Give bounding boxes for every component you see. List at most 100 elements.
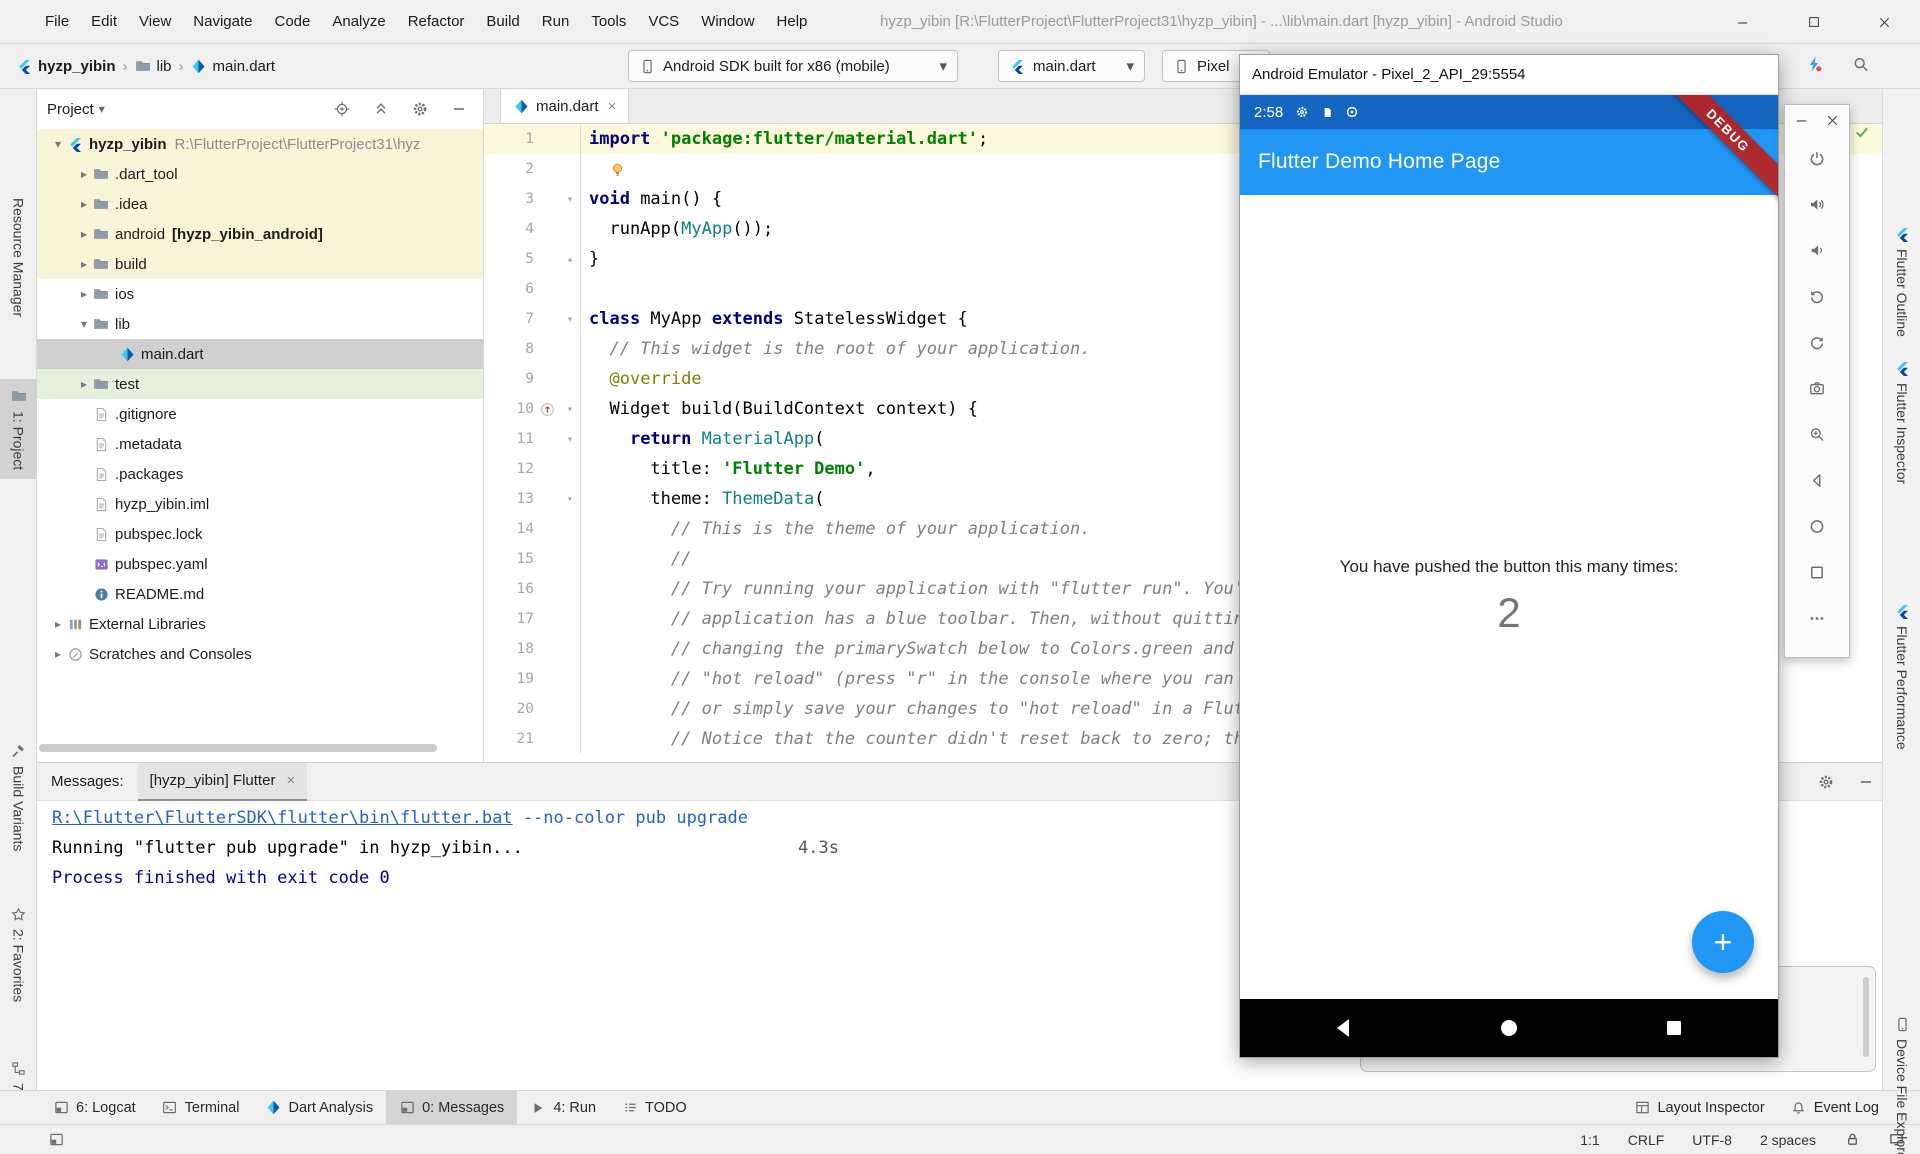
status-crlf[interactable]: CRLF xyxy=(1628,1132,1665,1148)
minimize-button[interactable] xyxy=(1707,0,1778,44)
tree-item-metadata[interactable]: .metadata xyxy=(37,429,483,459)
expand-arrow-icon[interactable]: ▸ xyxy=(75,377,93,391)
menu-file[interactable]: File xyxy=(34,0,80,44)
tree-item-hyzp-yibin[interactable]: ▾hyzp_yibinR:\FlutterProject\FlutterProj… xyxy=(37,129,483,159)
toolwindow-tab-dart-analysis[interactable]: Dart Analysis xyxy=(252,1091,386,1124)
hide-panel-icon[interactable] xyxy=(1858,774,1874,790)
close-icon[interactable]: × xyxy=(608,98,617,115)
close-icon[interactable]: × xyxy=(286,772,295,789)
tool-button-flutter-outline[interactable]: Flutter Outline xyxy=(1883,217,1920,346)
menu-run[interactable]: Run xyxy=(531,0,581,44)
expand-arrow-icon[interactable]: ▸ xyxy=(75,167,93,181)
emulator-back-button[interactable] xyxy=(1794,457,1840,503)
run-config-selector[interactable]: main.dart ▾ xyxy=(998,50,1145,82)
fold-icon[interactable]: ▾ xyxy=(560,404,580,415)
expand-arrow-icon[interactable]: ▸ xyxy=(49,617,67,631)
expand-arrow-icon[interactable]: ▸ xyxy=(49,647,67,661)
menu-edit[interactable]: Edit xyxy=(80,0,128,44)
messages-flutter-tab[interactable]: [hyzp_yibin] Flutter × xyxy=(138,763,308,801)
toolwindow-tab-terminal[interactable]: Terminal xyxy=(149,1091,253,1124)
emulator-volume-down-button[interactable] xyxy=(1794,227,1840,273)
expand-arrow-icon[interactable]: ▸ xyxy=(75,227,93,241)
tree-item-main-dart[interactable]: main.dart xyxy=(37,339,483,369)
tool-button-resource-manager[interactable]: Resource Manager xyxy=(0,189,37,326)
tree-item-dart-tool[interactable]: ▸.dart_tool xyxy=(37,159,483,189)
tool-window-toggle-icon[interactable] xyxy=(48,1132,64,1148)
status-1-1[interactable]: 1:1 xyxy=(1580,1132,1599,1148)
emulator-power-button[interactable] xyxy=(1794,135,1840,181)
menu-refactor[interactable]: Refactor xyxy=(397,0,476,44)
status-utf-8[interactable]: UTF-8 xyxy=(1692,1132,1732,1148)
menu-help[interactable]: Help xyxy=(766,0,819,44)
collapse-icon[interactable] xyxy=(373,101,389,117)
emulator-titlebar[interactable]: Android Emulator - Pixel_2_API_29:5554 xyxy=(1240,55,1778,95)
tree-item-scratches-and-consoles[interactable]: ▸Scratches and Consoles xyxy=(37,639,483,669)
maximize-button[interactable] xyxy=(1778,0,1849,44)
menu-tools[interactable]: Tools xyxy=(580,0,637,44)
menu-window[interactable]: Window xyxy=(690,0,765,44)
emulator-camera-button[interactable] xyxy=(1794,365,1840,411)
close-button[interactable] xyxy=(1849,0,1920,44)
lock-icon[interactable] xyxy=(1844,1132,1860,1148)
fold-icon[interactable]: ▾ xyxy=(560,314,580,325)
tree-item-packages[interactable]: .packages xyxy=(37,459,483,489)
tree-item-readme-md[interactable]: README.md xyxy=(37,579,483,609)
back-nav-button[interactable] xyxy=(1332,1016,1356,1040)
toolwindow-tab-0-messages[interactable]: 0: Messages xyxy=(386,1091,517,1124)
breadcrumb-main-dart[interactable]: main.dart xyxy=(191,58,276,75)
scrollbar[interactable] xyxy=(1863,977,1869,1057)
tree-item-build[interactable]: ▸build xyxy=(37,249,483,279)
tree-item-ios[interactable]: ▸ios xyxy=(37,279,483,309)
tool-button-2-favorites[interactable]: 2: Favorites xyxy=(0,897,37,1011)
tree-item-external-libraries[interactable]: ▸External Libraries xyxy=(37,609,483,639)
menu-view[interactable]: View xyxy=(128,0,182,44)
tree-item-pubspec-lock[interactable]: pubspec.lock xyxy=(37,519,483,549)
tool-button-flutter-inspector[interactable]: Flutter Inspector xyxy=(1883,351,1920,493)
expand-arrow-icon[interactable]: ▸ xyxy=(75,257,93,271)
tool-button-build-variants[interactable]: Build Variants xyxy=(0,734,37,860)
fold-icon[interactable]: ▾ xyxy=(560,194,580,205)
emulator-zoom-button[interactable] xyxy=(1794,411,1840,457)
chevron-down-icon[interactable]: ▾ xyxy=(99,102,105,116)
tree-item-test[interactable]: ▸test xyxy=(37,369,483,399)
menu-analyze[interactable]: Analyze xyxy=(321,0,396,44)
menu-code[interactable]: Code xyxy=(263,0,321,44)
fab-button[interactable]: + xyxy=(1692,911,1754,973)
tree-item-hyzp-yibin-iml[interactable]: hyzp_yibin.iml xyxy=(37,489,483,519)
emulator-volume-up-button[interactable] xyxy=(1794,181,1840,227)
horizontal-scrollbar[interactable] xyxy=(39,744,437,752)
overview-nav-button[interactable] xyxy=(1662,1016,1686,1040)
menu-build[interactable]: Build xyxy=(475,0,530,44)
tree-item-pubspec-yaml[interactable]: pubspec.yaml xyxy=(37,549,483,579)
gear-icon[interactable] xyxy=(1818,774,1834,790)
tree-item-lib[interactable]: ▾lib xyxy=(37,309,483,339)
project-panel-title[interactable]: Project xyxy=(47,101,94,118)
close-icon[interactable] xyxy=(1825,113,1840,132)
collapse-arrow-icon[interactable]: ▾ xyxy=(75,317,93,331)
inspections-ok-icon[interactable] xyxy=(1854,124,1870,140)
fold-icon[interactable]: ▴ xyxy=(560,254,580,265)
minimize-icon[interactable] xyxy=(1794,113,1809,132)
tool-button-flutter-performance[interactable]: Flutter Performance xyxy=(1883,594,1920,759)
emulator-overview-button[interactable] xyxy=(1794,549,1840,595)
tool-button-1-project[interactable]: 1: Project xyxy=(0,379,37,479)
emulator-rotate-right-button[interactable] xyxy=(1794,319,1840,365)
editor-tab-main-dart[interactable]: main.dart × xyxy=(500,89,629,123)
target-icon[interactable] xyxy=(334,101,350,117)
fold-icon[interactable]: ▾ xyxy=(560,494,580,505)
hide-icon[interactable] xyxy=(451,101,467,117)
emulator-home-button[interactable] xyxy=(1794,503,1840,549)
home-nav-button[interactable] xyxy=(1497,1016,1521,1040)
emulator-more-button[interactable] xyxy=(1794,595,1840,641)
flutter-attach-icon[interactable] xyxy=(1806,56,1822,72)
breadcrumb-lib[interactable]: lib xyxy=(135,58,172,75)
collapse-arrow-icon[interactable]: ▾ xyxy=(49,137,67,151)
file-link[interactable]: R:\Flutter\FlutterSDK\flutter\bin\flutte… xyxy=(52,808,513,828)
device-selector[interactable]: Android SDK built for x86 (mobile) ▾ xyxy=(628,50,958,82)
breadcrumb-hyzp-yibin[interactable]: hyzp_yibin xyxy=(16,58,116,75)
tree-item-idea[interactable]: ▸.idea xyxy=(37,189,483,219)
toolwindow-tab-6-logcat[interactable]: 6: Logcat xyxy=(40,1091,149,1124)
fold-icon[interactable]: ▾ xyxy=(560,434,580,445)
menu-vcs[interactable]: VCS xyxy=(637,0,690,44)
gear-icon[interactable] xyxy=(412,101,428,117)
